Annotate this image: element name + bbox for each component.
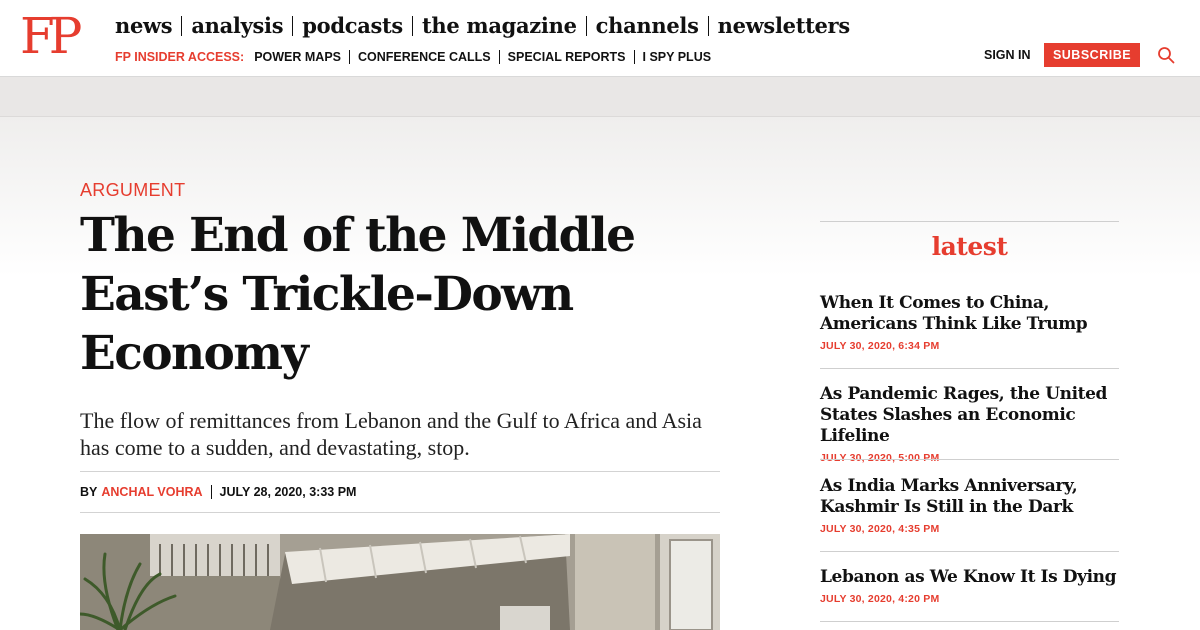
latest-story-title[interactable]: As Pandemic Rages, the United States Sla…	[820, 384, 1120, 447]
latest-story-date: JULY 30, 2020, 5:00 PM	[820, 452, 940, 464]
nav-news[interactable]: news	[115, 12, 173, 40]
sign-in-link[interactable]: SIGN IN	[984, 48, 1031, 62]
nav-divider	[181, 16, 183, 36]
latest-story[interactable]: As Pandemic Rages, the United States Sla…	[820, 384, 1120, 464]
nav-podcasts[interactable]: podcasts	[302, 12, 403, 40]
insider-nav: FP INSIDER ACCESS: POWER MAPS CONFERENCE…	[115, 49, 711, 65]
subnav-conference-calls[interactable]: CONFERENCE CALLS	[358, 49, 491, 65]
story-divider	[820, 368, 1119, 369]
nav-divider	[585, 16, 587, 36]
nav-channels[interactable]: channels	[596, 12, 699, 40]
latest-story-date: JULY 30, 2020, 6:34 PM	[820, 340, 940, 352]
byline-by-label: BY	[80, 485, 98, 499]
nav-newsletters[interactable]: newsletters	[718, 12, 851, 40]
latest-story[interactable]: Lebanon as We Know It Is Dying JULY 30, …	[820, 567, 1120, 605]
lead-photo	[80, 534, 720, 630]
story-divider	[820, 459, 1119, 460]
ad-band	[0, 77, 1200, 117]
subnav-divider	[349, 50, 350, 64]
byline-divider	[80, 512, 720, 513]
article-headline: The End of the Middle East’s Trickle-Dow…	[80, 208, 636, 381]
nav-divider	[292, 16, 294, 36]
story-divider	[820, 551, 1119, 552]
latest-heading: latest	[931, 232, 1008, 261]
byline-divider	[80, 471, 720, 472]
latest-story-title[interactable]: When It Comes to China, Americans Think …	[820, 293, 1120, 335]
site-header: FP news analysis podcasts the magazine c…	[0, 0, 1200, 77]
article-date: JULY 28, 2020, 3:33 PM	[219, 485, 357, 499]
subnav-power-maps[interactable]: POWER MAPS	[254, 49, 341, 65]
insider-access-label[interactable]: FP INSIDER ACCESS:	[115, 49, 244, 65]
search-icon[interactable]	[1157, 46, 1175, 64]
latest-story-date: JULY 30, 2020, 4:35 PM	[820, 523, 940, 535]
subnav-divider	[633, 50, 635, 64]
latest-story-title[interactable]: Lebanon as We Know It Is Dying	[820, 567, 1120, 588]
fp-logo[interactable]: FP	[20, 10, 82, 62]
subnav-i-spy-plus[interactable]: I SPY PLUS	[643, 49, 712, 65]
article-dek: The flow of remittances from Lebanon and…	[80, 408, 702, 460]
latest-story-title[interactable]: As India Marks Anniversary, Kashmir Is S…	[820, 476, 1120, 518]
subnav-divider	[498, 50, 500, 64]
latest-story[interactable]: As India Marks Anniversary, Kashmir Is S…	[820, 476, 1120, 535]
article-kicker[interactable]: ARGUMENT	[80, 180, 185, 201]
latest-story[interactable]: When It Comes to China, Americans Think …	[820, 293, 1120, 352]
nav-the-magazine[interactable]: the magazine	[422, 12, 577, 40]
sidebar-top-rule	[820, 221, 1119, 222]
main-nav: news analysis podcasts the magazine chan…	[115, 12, 850, 40]
latest-story-date: JULY 30, 2020, 4:20 PM	[820, 593, 940, 605]
subnav-special-reports[interactable]: SPECIAL REPORTS	[508, 49, 626, 65]
nav-divider	[411, 16, 413, 36]
subscribe-button[interactable]: SUBSCRIBE	[1044, 43, 1140, 67]
article-byline: BY ANCHAL VOHRA JULY 28, 2020, 3:33 PM	[80, 485, 356, 499]
story-divider	[820, 621, 1119, 622]
nav-divider	[707, 16, 709, 36]
author-link[interactable]: ANCHAL VOHRA	[101, 485, 202, 499]
byline-separator	[210, 485, 212, 499]
nav-analysis[interactable]: analysis	[191, 12, 283, 40]
